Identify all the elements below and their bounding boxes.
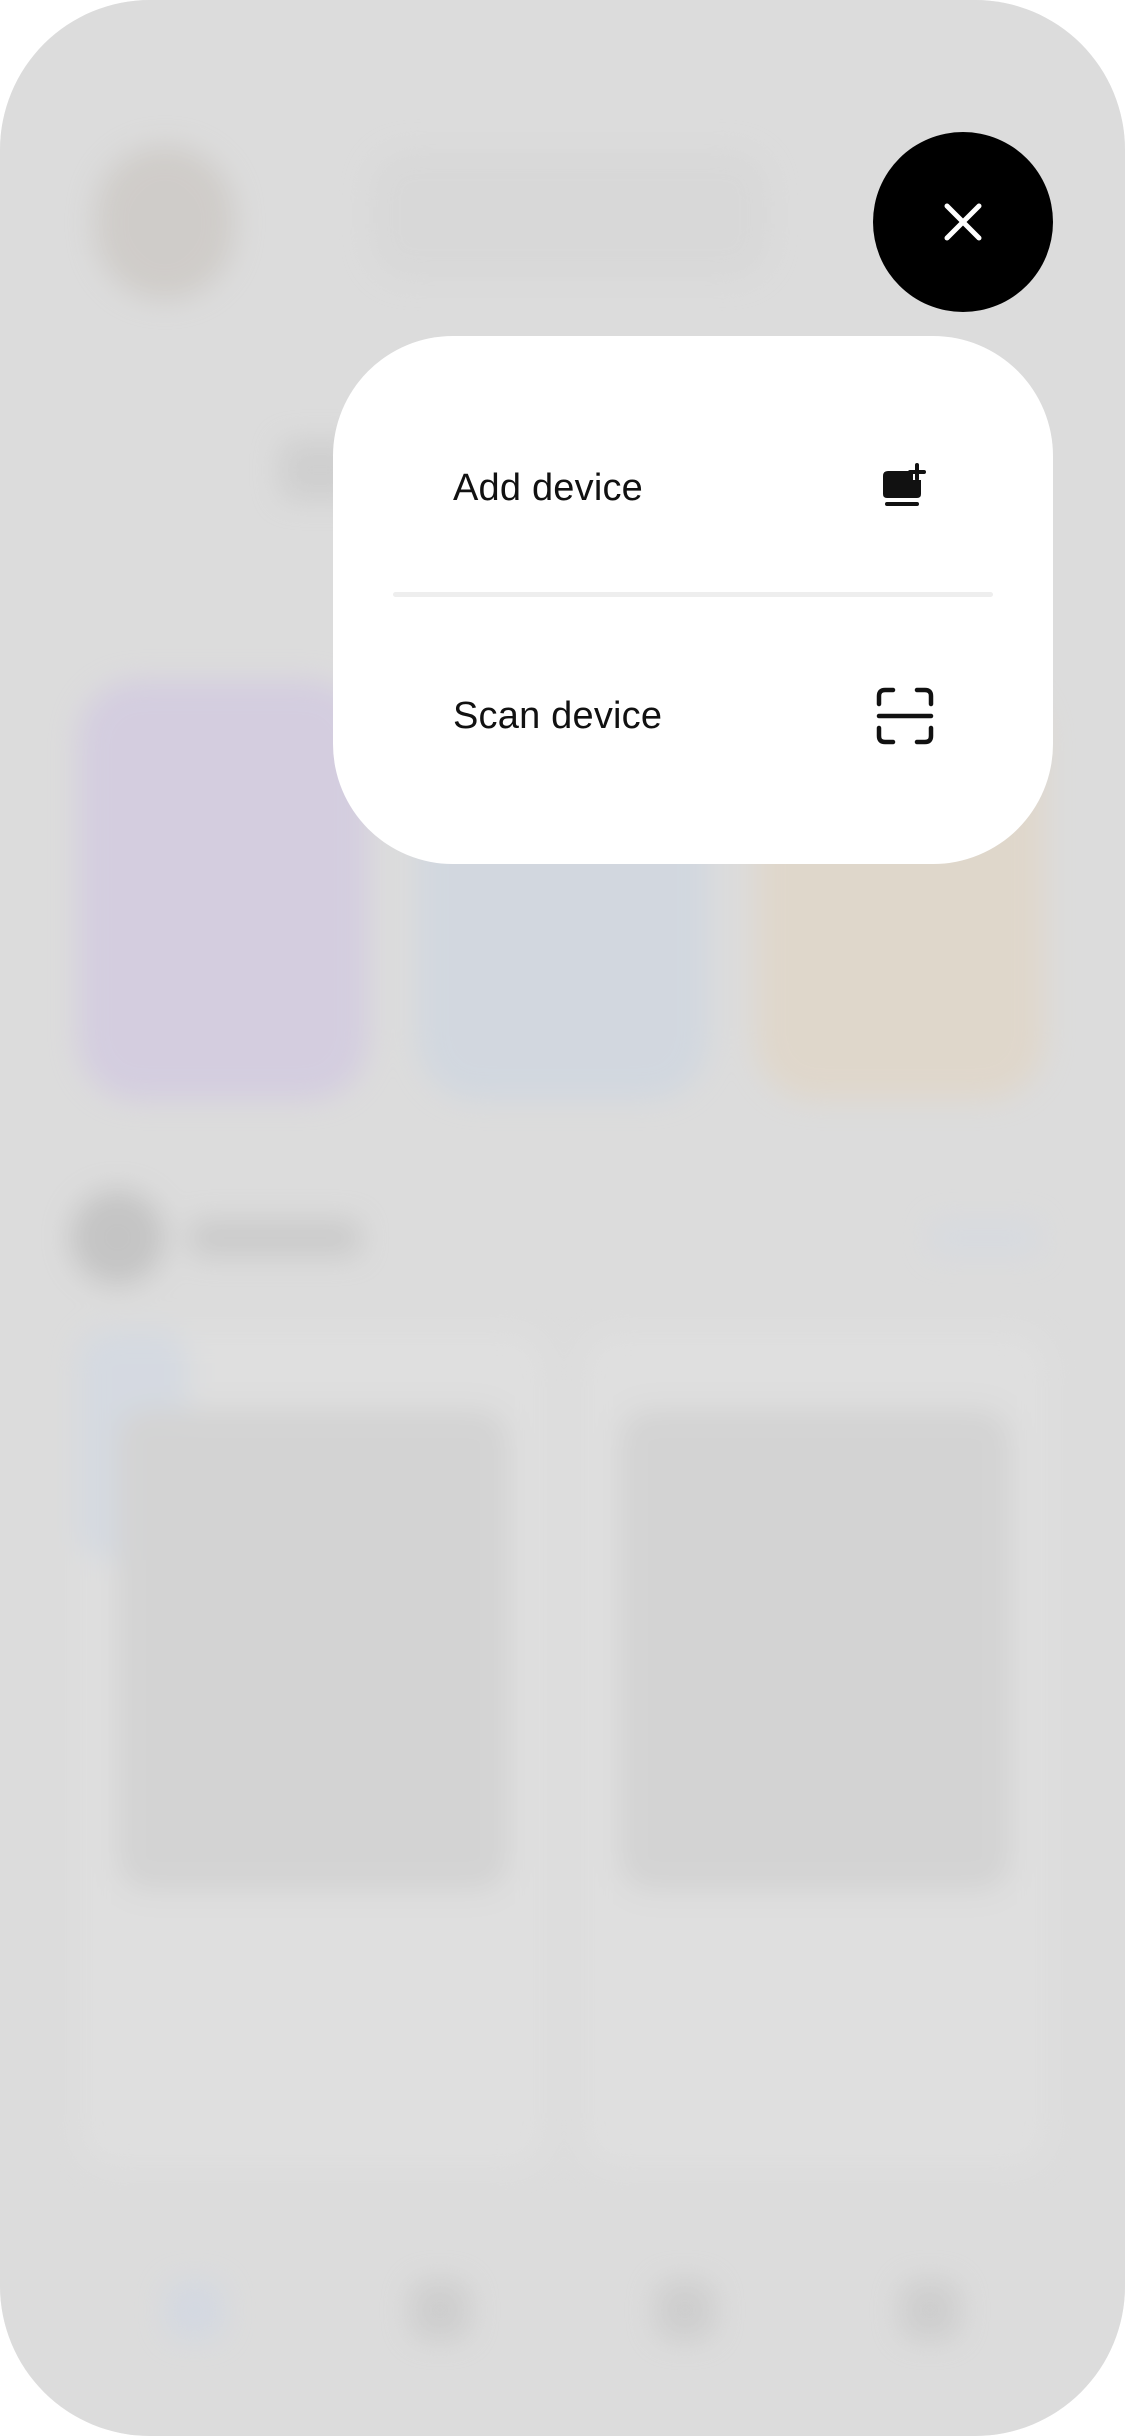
- add-device-label: Add device: [453, 466, 644, 509]
- menu-divider: [393, 592, 993, 597]
- action-menu: Add device Scan device: [333, 336, 1053, 864]
- scan-device-menu-item[interactable]: Scan device: [333, 616, 1053, 816]
- add-device-menu-item[interactable]: Add device: [333, 388, 1053, 588]
- phone-screen: Add device Scan device: [0, 0, 1125, 2436]
- add-device-icon: [883, 463, 926, 506]
- close-icon: [944, 203, 982, 241]
- scan-icon: [876, 687, 934, 745]
- scan-device-label: Scan device: [453, 694, 663, 737]
- close-button[interactable]: [873, 132, 1053, 312]
